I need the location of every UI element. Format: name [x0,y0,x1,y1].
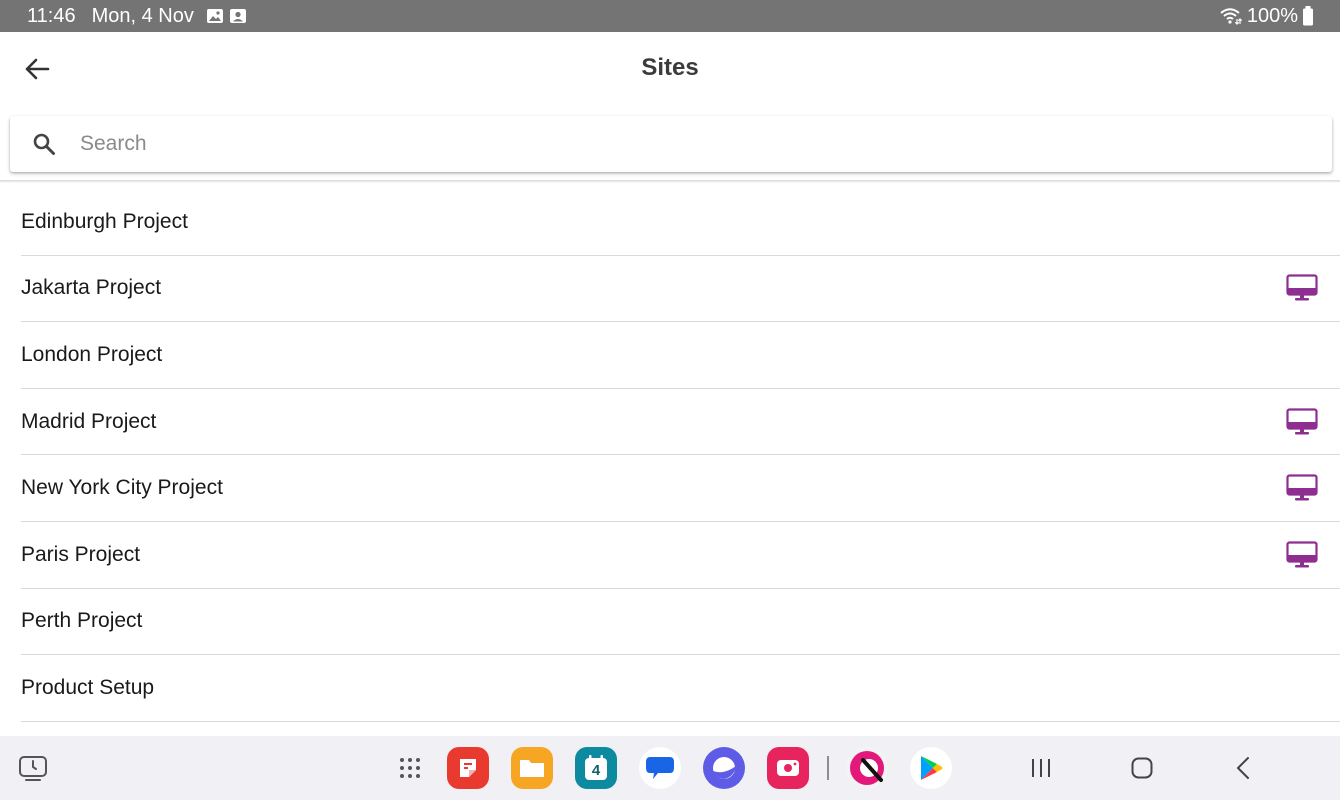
site-row[interactable]: New York City Project [21,455,1340,522]
screen-recorder-app-button[interactable] [767,747,809,789]
monitor-icon[interactable] [1286,274,1318,302]
recents-icon [1030,758,1052,778]
search-icon [32,132,56,156]
status-date: Mon, 4 Nov [91,4,194,27]
notes-app-icon [455,755,481,781]
screen-recorder-app-icon [774,756,802,780]
calendar-day-label: 4 [591,762,601,779]
site-name: Madrid Project [21,409,157,433]
sketch-app-icon [847,748,887,788]
site-name: Perth Project [21,609,143,633]
site-name: Paris Project [21,542,141,566]
messages-app-button[interactable] [639,747,681,789]
internet-app-button[interactable] [703,747,745,789]
calendar-app-icon: 4 [582,753,610,783]
status-right-group: 100% [1219,0,1314,32]
app-drawer-button[interactable] [394,752,426,784]
back-nav-icon [1235,756,1251,780]
site-row[interactable]: Madrid Project [21,389,1340,456]
monitor-icon[interactable] [1286,541,1318,569]
play-store-app-icon [918,754,944,782]
gallery-icon [206,8,224,24]
site-row[interactable]: Product Setup [21,655,1340,722]
site-name: London Project [21,342,163,366]
contact-card-icon [229,8,247,24]
search-bar[interactable] [10,116,1332,172]
internet-app-icon [709,753,739,783]
site-name: Jakarta Project [21,276,162,300]
calendar-app-button[interactable]: 4 [575,747,617,789]
battery-icon [1302,6,1314,26]
status-bar: 11:46 Mon, 4 Nov 100% [0,0,1340,32]
taskbar-toggle-icon [18,755,48,783]
site-row[interactable]: Edinburgh Project [21,189,1340,256]
page-title: Sites [641,54,699,81]
my-files-app-button[interactable] [511,747,553,789]
search-shadow-divider [0,180,1340,183]
status-time: 11:46 [27,4,76,27]
sketch-app-button[interactable] [846,747,888,789]
battery-text: 100% [1246,4,1298,27]
messages-app-icon [644,753,676,783]
site-row[interactable]: Jakarta Project [21,256,1340,323]
monitor-icon[interactable] [1286,407,1318,436]
app-drawer-icon [398,756,422,780]
app-header: Sites [0,32,1340,106]
my-files-app-icon [518,756,546,780]
wifi-icon [1219,7,1243,25]
site-row[interactable]: Perth Project [21,589,1340,656]
dock-separator [827,756,829,780]
site-name: Product Setup [21,675,155,699]
site-name: New York City Project [21,476,223,500]
search-input[interactable] [80,124,1180,164]
back-nav-button[interactable] [1226,752,1260,784]
home-button[interactable] [1124,752,1160,784]
notes-app-button[interactable] [447,747,489,789]
site-row[interactable]: London Project [21,322,1340,389]
site-name: Edinburgh Project [21,209,188,233]
recents-button[interactable] [1022,752,1060,784]
taskbar-toggle-button[interactable] [16,752,50,786]
monitor-icon[interactable] [1286,474,1318,502]
home-icon [1131,757,1153,779]
site-row[interactable]: Paris Project [21,522,1340,589]
play-store-app-button[interactable] [910,747,952,789]
site-list: Edinburgh Project Jakarta Project London P… [0,189,1340,722]
